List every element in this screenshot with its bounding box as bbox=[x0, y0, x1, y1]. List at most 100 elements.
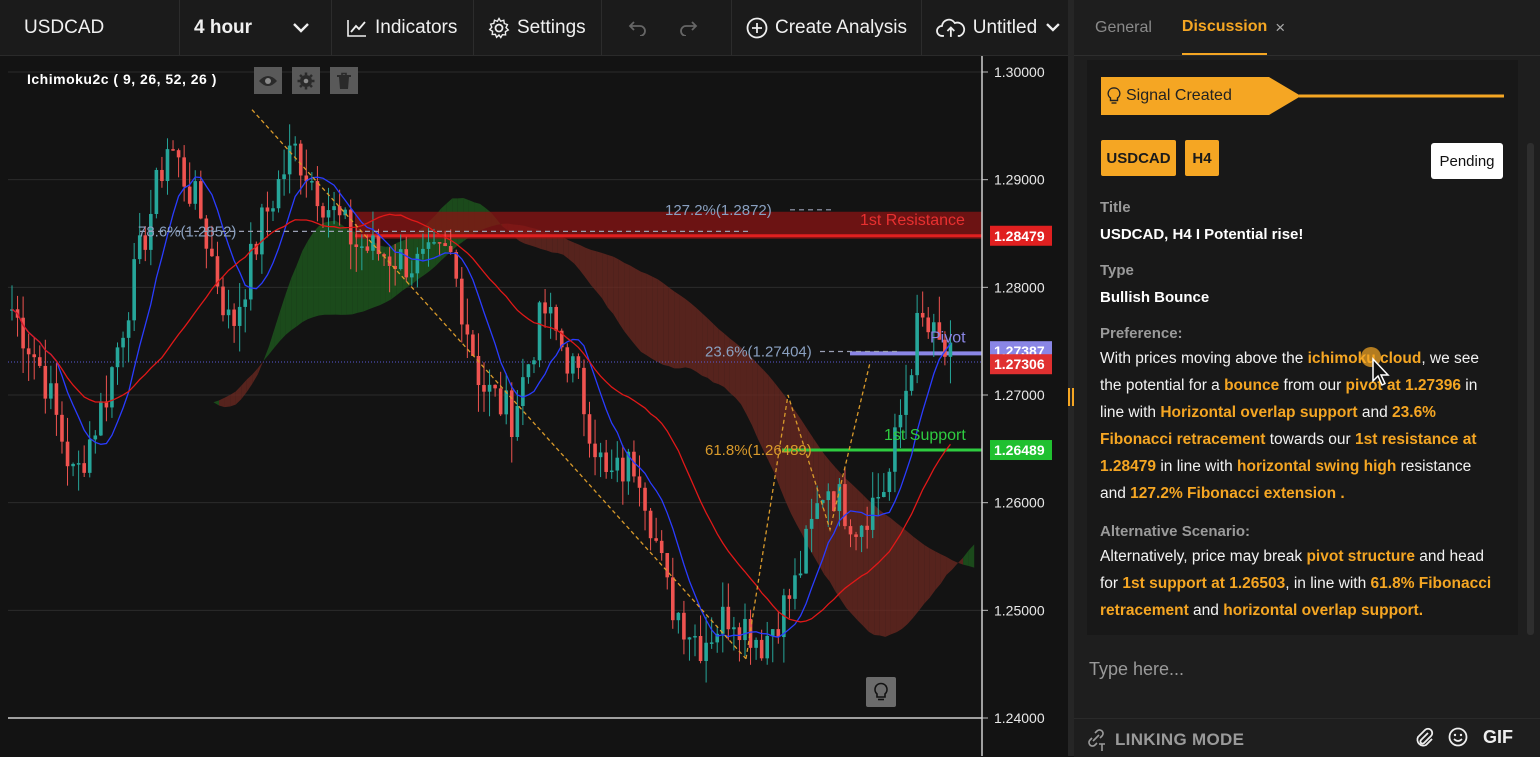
type-value: Bullish Bounce bbox=[1100, 289, 1209, 306]
timeframe-selector[interactable]: 4 hour bbox=[180, 0, 332, 55]
ichimoku-cloud-segment bbox=[913, 536, 919, 617]
text-run: and bbox=[1358, 404, 1392, 421]
chart-canvas[interactable]: 127.2%(1.2872)78.6%(1.2852)23.6%(1.27404… bbox=[0, 56, 1068, 756]
ichimoku-cloud-segment bbox=[924, 545, 930, 604]
undo-icon[interactable] bbox=[628, 20, 648, 36]
ichimoku-cloud-segment bbox=[574, 243, 580, 271]
create-analysis-button[interactable]: Create Analysis bbox=[732, 0, 922, 55]
candle-body bbox=[699, 636, 703, 661]
candle-body bbox=[571, 356, 575, 373]
ichimoku-cloud-segment bbox=[408, 235, 414, 287]
gif-button[interactable]: GIF bbox=[1483, 727, 1513, 748]
candle-body bbox=[238, 307, 242, 326]
status-badge: Pending bbox=[1431, 143, 1503, 179]
linking-mode-toggle[interactable]: LINKING MODE bbox=[1084, 728, 1244, 752]
fib-786-label: 78.6%(1.2852) bbox=[138, 223, 236, 240]
candle-body bbox=[849, 526, 853, 534]
chevron-down-icon bbox=[292, 22, 310, 34]
candle-body bbox=[132, 259, 136, 320]
layout-selector[interactable]: Untitled bbox=[922, 0, 1068, 55]
candle-body bbox=[677, 613, 681, 620]
ichimoku-cloud-segment bbox=[852, 484, 858, 620]
ichimoku-cloud-segment bbox=[885, 514, 891, 637]
comment-input[interactable] bbox=[1087, 654, 1531, 684]
tab-general[interactable]: General bbox=[1095, 0, 1152, 55]
candle-body bbox=[516, 406, 520, 437]
candle-body bbox=[293, 144, 297, 146]
candle-body bbox=[876, 497, 880, 499]
indicator-visibility-button[interactable] bbox=[254, 67, 282, 94]
ichimoku-cloud-segment bbox=[619, 259, 625, 331]
candle-body bbox=[366, 246, 370, 250]
candle-body bbox=[493, 385, 497, 389]
candle-body bbox=[460, 279, 464, 325]
tab-discussion[interactable]: Discussion bbox=[1182, 0, 1267, 55]
ichimoku-cloud-segment bbox=[591, 250, 597, 292]
candle-body bbox=[27, 348, 31, 354]
candle-body bbox=[826, 491, 830, 500]
preference-label: Preference: bbox=[1100, 325, 1183, 342]
paperclip-icon[interactable] bbox=[1414, 727, 1434, 749]
emoji-icon[interactable] bbox=[1448, 727, 1468, 747]
candle-body bbox=[499, 388, 503, 414]
candle-body bbox=[327, 210, 331, 217]
candle-body bbox=[882, 492, 886, 497]
candle-body bbox=[427, 242, 431, 249]
candle-body bbox=[871, 498, 875, 530]
ichimoku-cloud-segment bbox=[152, 350, 158, 354]
candle-body bbox=[155, 170, 159, 214]
ichimoku-cloud-segment bbox=[569, 240, 575, 263]
candle-body bbox=[421, 249, 425, 254]
candle-body bbox=[532, 360, 536, 364]
close-tab-button[interactable]: × bbox=[1275, 18, 1285, 38]
candle-body bbox=[82, 463, 86, 473]
alternative-text: Alternatively, price may break pivot str… bbox=[1100, 543, 1500, 624]
candle-body bbox=[793, 575, 797, 599]
y-axis-tick-label: 1.26000 bbox=[994, 495, 1045, 511]
candle-body bbox=[554, 307, 558, 331]
trash-icon bbox=[336, 72, 352, 90]
symbol-selector[interactable]: USDCAD bbox=[0, 0, 180, 55]
ichimoku-cloud-segment bbox=[213, 400, 219, 405]
y-axis-tick-label: 1.30000 bbox=[994, 64, 1045, 80]
ichimoku-cloud-segment bbox=[236, 386, 242, 405]
idea-button[interactable] bbox=[866, 677, 896, 707]
ichimoku-cloud-segment bbox=[969, 544, 975, 567]
link-icon bbox=[1084, 728, 1108, 752]
panel-scrollbar[interactable] bbox=[1527, 143, 1534, 635]
chart-toolbar: USDCAD 4 hour Indicators Settings Create… bbox=[0, 0, 1068, 56]
ichimoku-cloud-segment bbox=[291, 265, 297, 330]
indicator-settings-button[interactable] bbox=[292, 67, 320, 94]
lightbulb-icon bbox=[873, 682, 889, 702]
highlight-overlap-support: Horizontal overlap support bbox=[1160, 404, 1357, 421]
candle-body bbox=[804, 529, 808, 574]
eye-icon bbox=[258, 74, 278, 88]
settings-button[interactable]: Settings bbox=[474, 0, 602, 55]
chevron-down-icon bbox=[1045, 22, 1061, 34]
timeframe-chip: H4 bbox=[1185, 140, 1219, 176]
candle-body bbox=[188, 187, 192, 204]
candle-body bbox=[810, 519, 814, 529]
ichimoku-cloud-segment bbox=[680, 295, 686, 368]
price-chart[interactable]: 127.2%(1.2872)78.6%(1.2852)23.6%(1.27404… bbox=[0, 56, 1068, 756]
ichimoku-cloud-segment bbox=[952, 560, 958, 570]
indicators-button[interactable]: Indicators bbox=[332, 0, 474, 55]
candle-body bbox=[266, 207, 270, 211]
ichimoku-cloud-segment bbox=[697, 308, 703, 376]
candle-body bbox=[332, 206, 336, 210]
candle-body bbox=[316, 181, 320, 206]
ichimoku-cloud-segment bbox=[752, 358, 758, 438]
ichimoku-cloud-segment bbox=[652, 277, 658, 362]
ichimoku-cloud-segment bbox=[941, 554, 947, 583]
redo-icon[interactable] bbox=[678, 20, 698, 36]
candle-body bbox=[416, 254, 420, 273]
ichimoku-cloud-segment bbox=[946, 557, 952, 575]
candle-body bbox=[577, 356, 581, 368]
ichimoku-cloud-segment bbox=[613, 257, 619, 323]
candle-body bbox=[754, 640, 758, 648]
indicator-delete-button[interactable] bbox=[330, 67, 358, 94]
ichimoku-cloud-segment bbox=[225, 395, 231, 407]
ichimoku-cloud-segment bbox=[219, 398, 225, 407]
candle-body bbox=[865, 526, 869, 530]
candle-body bbox=[299, 144, 303, 176]
